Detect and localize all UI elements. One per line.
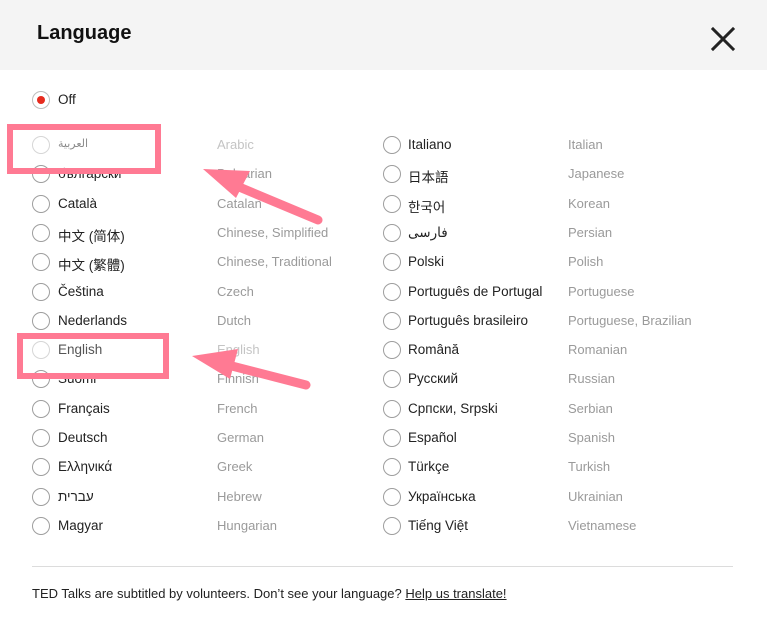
radio-polish[interactable] xyxy=(383,253,401,272)
language-english-label: French xyxy=(217,400,258,416)
language-native-label: English xyxy=(58,342,103,358)
language-english-label: Dutch xyxy=(217,312,251,328)
language-native-label: 한국어 xyxy=(408,199,446,215)
language-native-label: العربية xyxy=(58,138,89,150)
language-native-label: 中文 (简体) xyxy=(58,228,125,244)
language-native-label: Ελληνικά xyxy=(58,459,113,475)
radio-greek[interactable] xyxy=(32,458,50,477)
radio-japanese[interactable] xyxy=(383,165,401,184)
language-english-label: Italian xyxy=(568,137,603,152)
language-english-label: Portuguese, Brazilian xyxy=(568,312,692,328)
language-english-label: Portuguese xyxy=(568,283,635,299)
language-native-label: Suomi xyxy=(58,371,97,387)
language-english-label: Serbian xyxy=(568,400,613,416)
language-native-label: Deutsch xyxy=(58,430,108,445)
language-native-label: Italiano xyxy=(408,137,452,152)
language-native-label: български xyxy=(58,166,122,182)
language-english-label: Catalan xyxy=(217,195,262,211)
radio-french[interactable] xyxy=(32,399,50,418)
language-english-label: Turkish xyxy=(568,459,611,475)
radio-italian[interactable] xyxy=(383,136,401,154)
language-native-label: 中文 (繁體) xyxy=(58,258,125,274)
radio-hebrew[interactable] xyxy=(32,487,50,506)
language-english-label: Persian xyxy=(568,224,613,240)
help-translate-link[interactable]: Help us translate! xyxy=(405,586,506,601)
language-native-label: Čeština xyxy=(58,283,104,299)
language-native-label: Português brasileiro xyxy=(408,312,529,328)
radio-korean[interactable] xyxy=(383,194,401,213)
radio-vietnamese[interactable] xyxy=(383,516,401,535)
language-english-label: Finnish xyxy=(217,371,259,387)
language-native-label: Magyar xyxy=(58,517,104,533)
radio-german[interactable] xyxy=(32,429,50,447)
language-english-label: Ukrainian xyxy=(568,488,623,504)
language-native-label: Català xyxy=(58,195,98,211)
language-native-label: Français xyxy=(58,400,110,416)
radio-catalan[interactable] xyxy=(32,194,50,213)
close-button[interactable] xyxy=(708,24,738,54)
language-native-label: עברית xyxy=(58,488,94,504)
radio-czech[interactable] xyxy=(32,282,50,301)
language-english-label: Hungarian xyxy=(217,517,277,533)
language-english-label: English xyxy=(217,342,260,358)
footer-divider xyxy=(32,566,733,567)
language-english-label: Spanish xyxy=(568,430,615,445)
radio-portuguese-brazilian[interactable] xyxy=(383,311,401,330)
language-native-label: Português de Portugal xyxy=(408,283,543,299)
language-native-label: 日本語 xyxy=(408,170,449,186)
language-english-label: Korean xyxy=(568,195,610,211)
radio-english[interactable] xyxy=(32,341,50,360)
language-english-label: Czech xyxy=(217,283,254,299)
language-english-label: Bulgarian xyxy=(217,166,272,182)
language-english-label: Russian xyxy=(568,371,615,387)
radio-turkish[interactable] xyxy=(383,458,401,477)
footer-note: TED Talks are subtitled by volunteers. D… xyxy=(32,586,507,601)
language-english-label: German xyxy=(217,430,264,445)
radio-chinese-traditional[interactable] xyxy=(32,253,50,272)
language-english-label: Chinese, Simplified xyxy=(217,224,329,240)
language-native-label: Türkçe xyxy=(408,459,450,475)
language-native-label: Română xyxy=(408,342,460,358)
language-english-label: Vietnamese xyxy=(568,517,637,533)
radio-bulgarian[interactable] xyxy=(32,165,50,184)
language-native-label: Српски, Srpski xyxy=(408,400,498,416)
radio-portuguese[interactable] xyxy=(383,282,401,301)
language-native-label: Українська xyxy=(408,488,476,504)
language-english-label: Polish xyxy=(568,254,604,270)
radio-persian[interactable] xyxy=(383,223,401,242)
language-english-label: Hebrew xyxy=(217,488,262,504)
dialog-header: Language xyxy=(0,0,767,70)
language-native-label: Русский xyxy=(408,371,459,387)
radio-finnish[interactable] xyxy=(32,370,50,389)
radio-spanish[interactable] xyxy=(383,429,401,447)
footer-text: TED Talks are subtitled by volunteers. D… xyxy=(32,586,402,601)
dialog-title: Language xyxy=(37,22,132,44)
radio-russian[interactable] xyxy=(383,370,401,389)
language-english-label: Greek xyxy=(217,459,253,475)
radio-serbian[interactable] xyxy=(383,399,401,418)
language-native-label: Polski xyxy=(408,254,445,270)
radio-dutch[interactable] xyxy=(32,311,50,330)
off-label: Off xyxy=(58,92,76,107)
language-native-label: Español xyxy=(408,430,457,445)
language-english-label: Japanese xyxy=(568,166,625,182)
language-english-label: Arabic xyxy=(217,137,254,152)
close-icon xyxy=(710,26,736,52)
radio-hungarian[interactable] xyxy=(32,516,50,535)
language-native-label: فارسى xyxy=(408,224,448,240)
language-english-label: Romanian xyxy=(568,342,628,358)
language-native-label: Tiếng Việt xyxy=(408,517,469,533)
radio-romanian[interactable] xyxy=(383,341,401,360)
radio-off[interactable] xyxy=(32,91,50,109)
language-english-label: Chinese, Traditional xyxy=(217,254,332,270)
radio-ukrainian[interactable] xyxy=(383,487,401,506)
radio-chinese-simplified[interactable] xyxy=(32,223,50,242)
language-native-label: Nederlands xyxy=(58,312,128,328)
radio-arabic[interactable] xyxy=(32,136,50,154)
